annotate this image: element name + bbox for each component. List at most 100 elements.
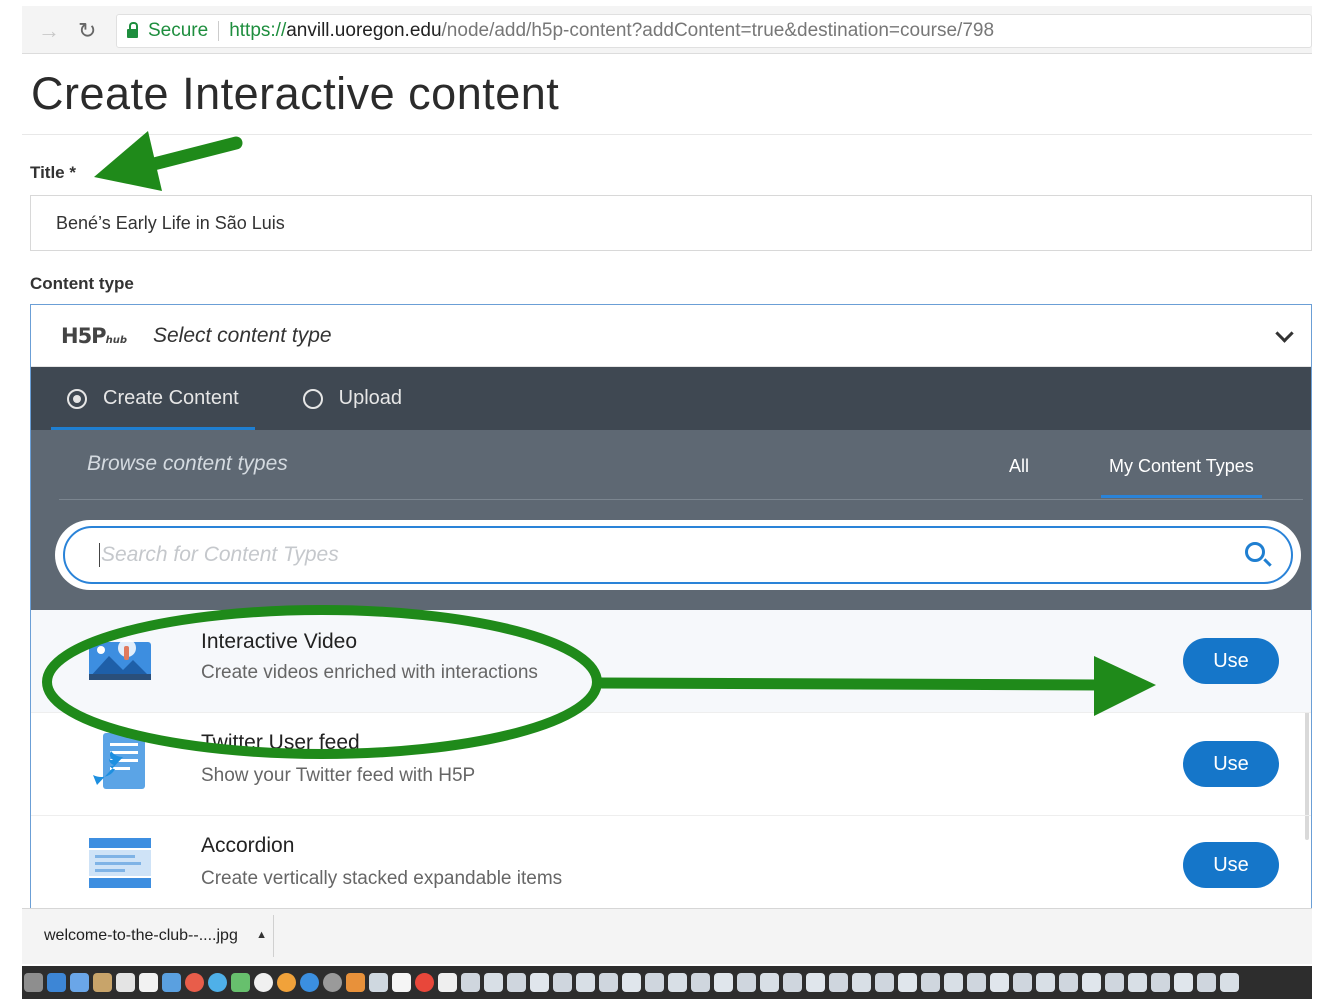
list-item[interactable]: Twitter User feed Show your Twitter feed… xyxy=(31,713,1311,816)
reload-icon[interactable]: ↻ xyxy=(78,18,96,44)
use-button-twitter-feed[interactable]: Use xyxy=(1183,741,1279,787)
h5p-logo-suffix: hub xyxy=(105,334,127,346)
address-bar[interactable]: Secure https:// anvill.uoregon.edu /node… xyxy=(116,14,1312,48)
tab-upload[interactable]: Upload xyxy=(287,367,418,430)
app-icon[interactable] xyxy=(392,973,411,992)
window-thumbnail-icon[interactable] xyxy=(944,973,963,992)
app-icon[interactable] xyxy=(208,973,227,992)
window-thumbnail-icon[interactable] xyxy=(714,973,733,992)
app-icon[interactable] xyxy=(93,973,112,992)
title-divider xyxy=(22,134,1312,135)
search-zone: Search for Content Types xyxy=(31,500,1311,610)
interactive-video-icon xyxy=(89,639,151,680)
safari-icon[interactable] xyxy=(47,973,66,992)
window-thumbnail-icon[interactable] xyxy=(921,973,940,992)
required-marker: * xyxy=(69,163,76,182)
app-icon[interactable] xyxy=(70,973,89,992)
app-store-icon[interactable] xyxy=(300,973,319,992)
screenshot: → ↻ Secure https:// anvill.uoregon.edu /… xyxy=(0,0,1326,999)
window-thumbnail-icon[interactable] xyxy=(1105,973,1124,992)
window-thumbnail-icon[interactable] xyxy=(530,973,549,992)
item-title: Interactive Video xyxy=(201,630,358,653)
window-thumbnail-icon[interactable] xyxy=(852,973,871,992)
item-description: Create videos enriched with interactions xyxy=(201,662,538,683)
hub-selector[interactable]: H5Phub Select content type xyxy=(31,305,1311,367)
window-thumbnail-icon[interactable] xyxy=(760,973,779,992)
window-thumbnail-icon[interactable] xyxy=(1082,973,1101,992)
app-icon[interactable] xyxy=(277,973,296,992)
title-field-label: Title * xyxy=(30,163,76,183)
window-thumbnail-icon[interactable] xyxy=(622,973,641,992)
filter-all[interactable]: All xyxy=(1009,456,1029,477)
browse-title: Browse content types xyxy=(87,452,288,475)
window-thumbnail-icon[interactable] xyxy=(806,973,825,992)
chrome-icon[interactable] xyxy=(185,973,204,992)
window-thumbnail-icon[interactable] xyxy=(645,973,664,992)
window-thumbnail-icon[interactable] xyxy=(553,973,572,992)
use-button-accordion[interactable]: Use xyxy=(1183,842,1279,888)
item-title: Accordion xyxy=(201,834,295,857)
use-button-interactive-video[interactable]: Use xyxy=(1183,638,1279,684)
h5p-hub: H5Phub Select content type Create Conten… xyxy=(30,304,1312,908)
tab-label: Create Content xyxy=(103,387,239,409)
window-thumbnail-icon[interactable] xyxy=(1174,973,1193,992)
list-item[interactable]: Interactive Video Create videos enriched… xyxy=(31,610,1311,713)
download-item[interactable]: welcome-to-the-club--....jpg ▲ xyxy=(22,915,274,957)
window-thumbnail-icon[interactable] xyxy=(967,973,986,992)
app-icon[interactable] xyxy=(162,973,181,992)
window-thumbnail-icon[interactable] xyxy=(737,973,756,992)
tab-create-content[interactable]: Create Content xyxy=(51,367,255,430)
window-thumbnail-icon[interactable] xyxy=(1059,973,1078,992)
document-icon[interactable] xyxy=(438,973,457,992)
window-thumbnail-icon[interactable] xyxy=(990,973,1009,992)
window-thumbnail-icon[interactable] xyxy=(829,973,848,992)
window-thumbnail-icon[interactable] xyxy=(875,973,894,992)
window-thumbnail-icon[interactable] xyxy=(599,973,618,992)
radio-checked-icon xyxy=(67,388,87,409)
search-icon[interactable] xyxy=(1245,542,1265,562)
url-divider xyxy=(218,21,220,41)
download-file-name: welcome-to-the-club--....jpg xyxy=(44,927,238,944)
dock xyxy=(22,966,1312,999)
chevron-down-icon[interactable] xyxy=(1275,324,1294,343)
app-icon[interactable] xyxy=(369,973,388,992)
list-item[interactable]: Accordion Create vertically stacked expa… xyxy=(31,816,1311,908)
app-icon[interactable] xyxy=(346,973,365,992)
search-input[interactable]: Search for Content Types xyxy=(63,526,1293,584)
url-host: anvill.uoregon.edu xyxy=(286,20,442,41)
window-thumbnail-icon[interactable] xyxy=(1220,973,1239,992)
notes-icon[interactable] xyxy=(139,973,158,992)
search-box: Search for Content Types xyxy=(55,520,1301,590)
window-thumbnail-icon[interactable] xyxy=(783,973,802,992)
app-icon[interactable] xyxy=(254,973,273,992)
maps-icon[interactable] xyxy=(231,973,250,992)
window-thumbnail-icon[interactable] xyxy=(507,973,526,992)
caret-down-icon[interactable]: ▲ xyxy=(256,929,267,941)
filter-my-content-types[interactable]: My Content Types xyxy=(1101,456,1262,498)
finder-icon[interactable] xyxy=(24,973,43,992)
browse-bar: Browse content types All My Content Type… xyxy=(31,430,1311,500)
hub-tabs: Create Content Upload xyxy=(31,367,1311,430)
window-thumbnail-icon[interactable] xyxy=(1128,973,1147,992)
window-thumbnail-icon[interactable] xyxy=(898,973,917,992)
window-thumbnail-icon[interactable] xyxy=(1197,973,1216,992)
window-thumbnail-icon[interactable] xyxy=(668,973,687,992)
window-thumbnail-icon[interactable] xyxy=(484,973,503,992)
window-thumbnail-icon[interactable] xyxy=(461,973,480,992)
app-icon[interactable] xyxy=(116,973,135,992)
settings-icon[interactable] xyxy=(323,973,342,992)
forward-icon[interactable]: → xyxy=(38,18,60,44)
text-cursor xyxy=(99,543,100,567)
window-thumbnail-icon[interactable] xyxy=(576,973,595,992)
page-title: Create Interactive content xyxy=(31,68,560,119)
content-type-list: Interactive Video Create videos enriched… xyxy=(31,610,1311,908)
chrome-icon[interactable] xyxy=(415,973,434,992)
title-input[interactable] xyxy=(30,195,1312,251)
window-thumbnail-icon[interactable] xyxy=(691,973,710,992)
secure-label: Secure xyxy=(148,20,209,41)
window-thumbnail-icon[interactable] xyxy=(1013,973,1032,992)
h5p-hub-logo: H5Phub xyxy=(61,324,127,348)
window-thumbnail-icon[interactable] xyxy=(1036,973,1055,992)
accordion-icon xyxy=(89,838,151,888)
window-thumbnail-icon[interactable] xyxy=(1151,973,1170,992)
